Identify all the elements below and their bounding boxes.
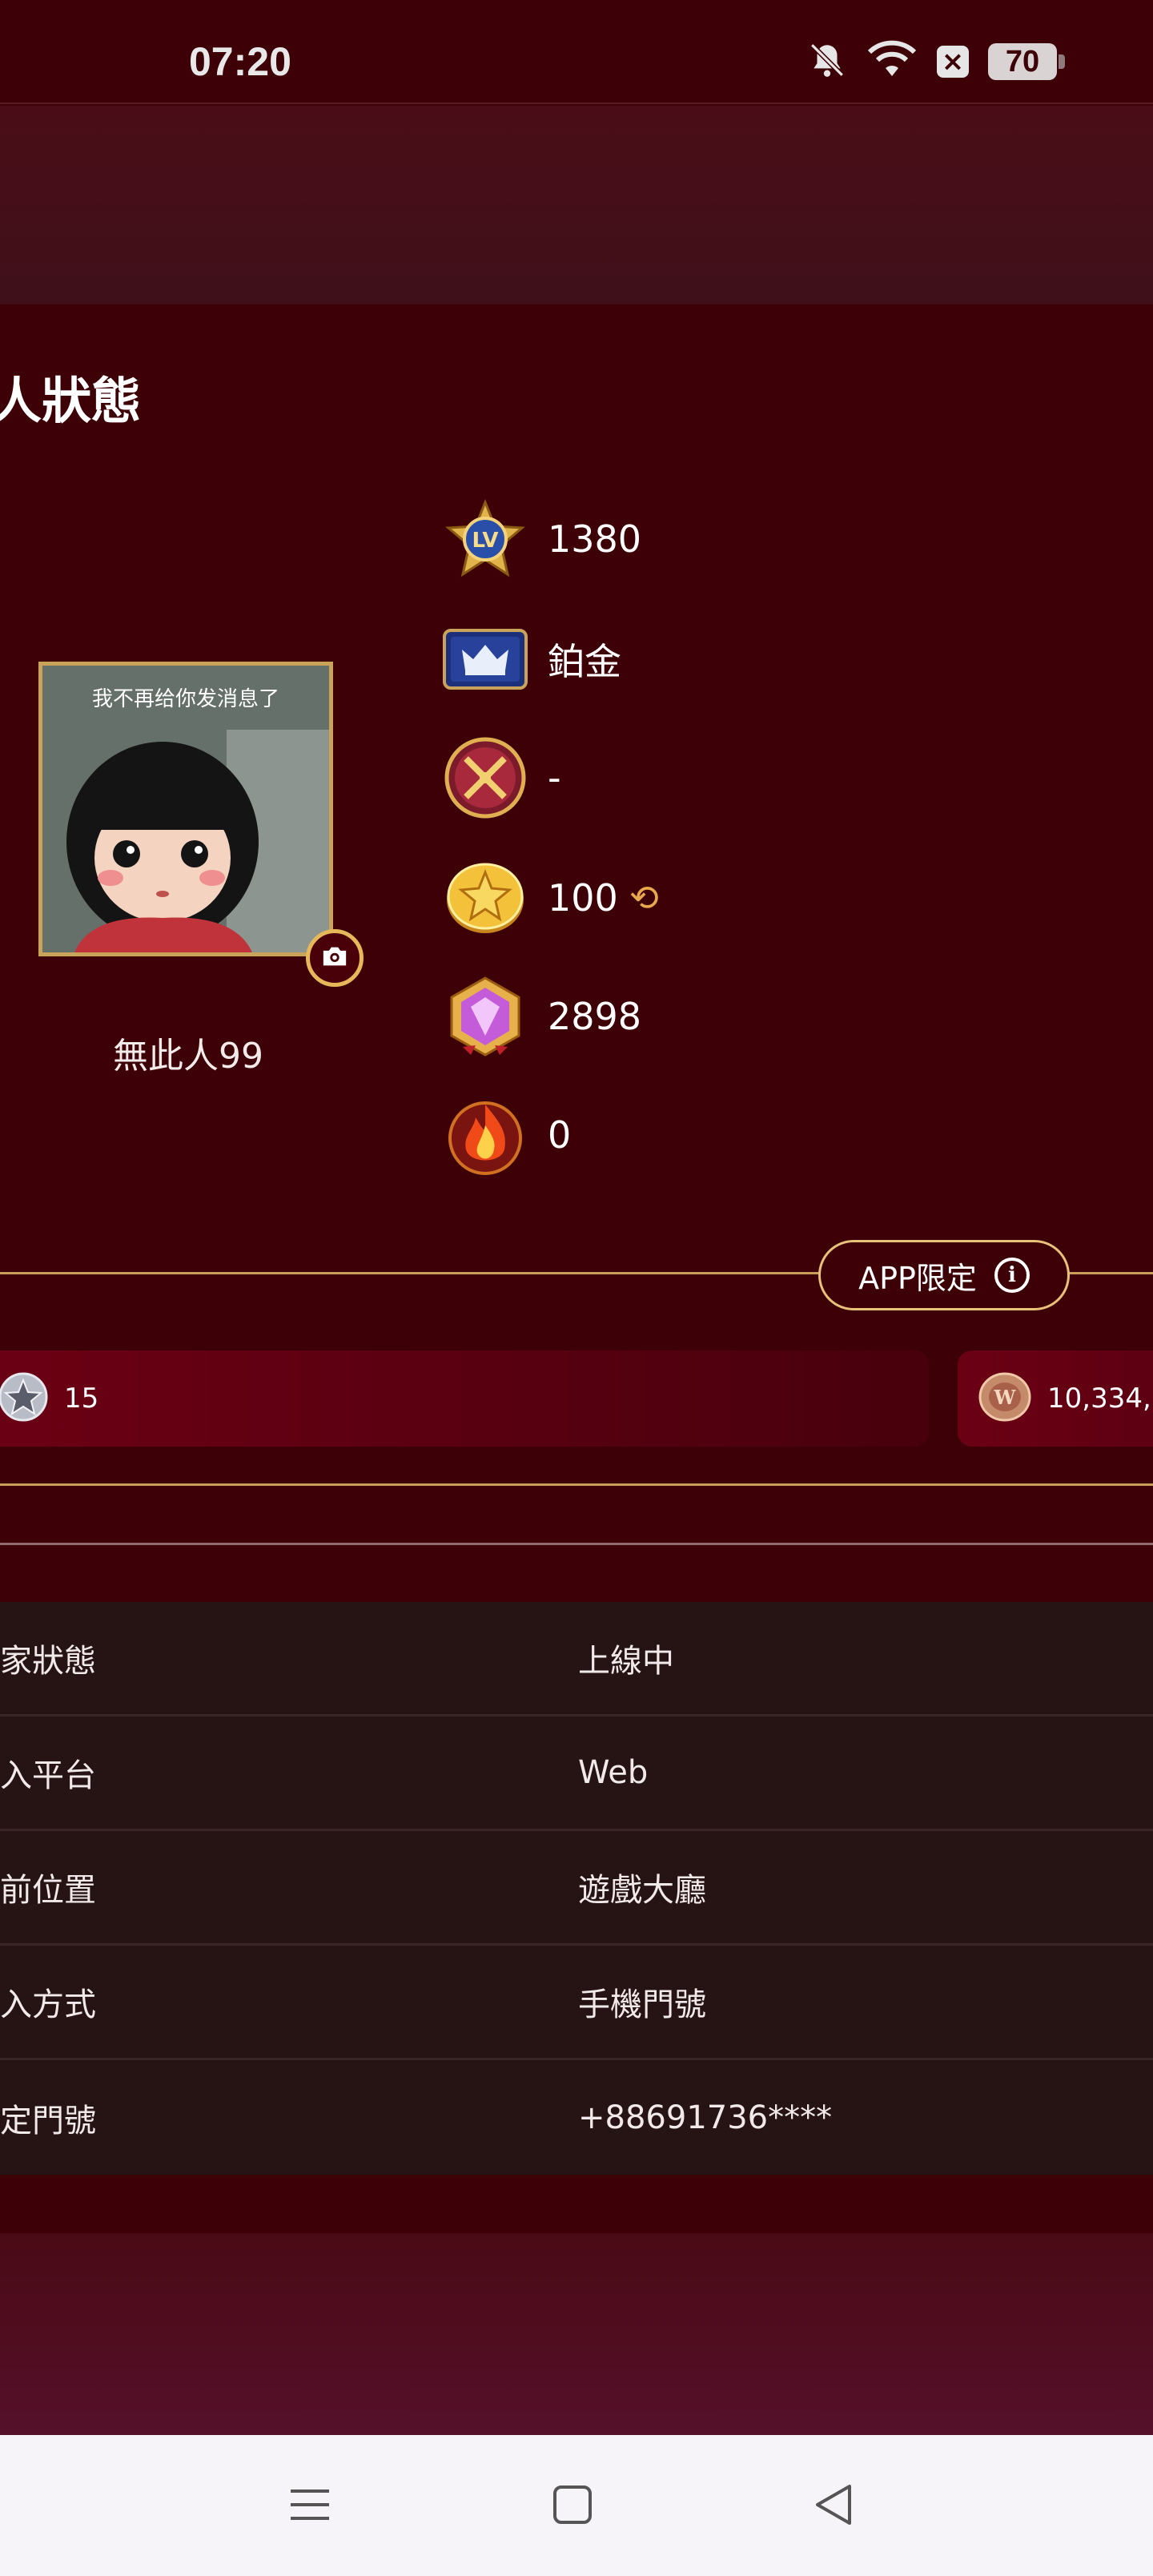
bronze-coin-bar: W 10,334,3 <box>958 1350 1153 1447</box>
app-only-button[interactable]: APP限定 i <box>818 1240 1070 1310</box>
coins-value-wrap: 100 ⟲ <box>548 876 659 920</box>
home-square-icon <box>552 2484 593 2529</box>
stat-level: LV 1380 <box>442 495 922 583</box>
row-value: 上線中 <box>578 1643 674 1680</box>
username: 無此人99 <box>113 1036 263 1077</box>
table-row: 目前位置 遊戲大廳 <box>0 1831 1153 1946</box>
status-time: 07:20 <box>189 39 291 84</box>
bell-off-icon <box>807 40 847 83</box>
table-row: 綁定門號 +88691736**** <box>0 2060 1153 2175</box>
table-row: 登入平台 Web <box>0 1717 1153 1831</box>
bronze-coin-value: 10,334,3 <box>1047 1383 1153 1415</box>
avatar[interactable]: 我不再给你发消息了 <box>38 662 333 956</box>
battle-value: - <box>548 756 561 799</box>
svg-text:W: W <box>994 1386 1017 1409</box>
app-only-label: APP限定 <box>858 1260 977 1296</box>
header-band <box>0 106 1153 304</box>
row-label: 目前位置 <box>0 1872 96 1909</box>
refresh-icon[interactable]: ⟲ <box>629 878 659 919</box>
svg-text:LV: LV <box>472 529 498 553</box>
silver-coin-value: 15 <box>64 1383 99 1415</box>
table-row: 玩家狀態 上線中 <box>0 1602 1153 1717</box>
table-divider <box>0 1543 1153 1545</box>
gems-value: 2898 <box>548 995 642 1038</box>
menu-nav-button[interactable] <box>282 2478 338 2534</box>
fire-value: 0 <box>548 1113 572 1157</box>
rank-value: 鉑金 <box>548 640 621 683</box>
home-nav-button[interactable] <box>544 2478 601 2534</box>
page-title: 人狀態 <box>0 372 142 430</box>
back-nav-button[interactable] <box>805 2478 862 2534</box>
crossed-swords-icon <box>442 735 528 821</box>
purple-gem-icon <box>442 973 528 1060</box>
change-avatar-button[interactable] <box>306 929 364 987</box>
menu-icon <box>287 2485 332 2528</box>
stat-battle: - <box>442 734 922 822</box>
player-info-table: 玩家狀態 上線中 登入平台 Web 目前位置 遊戲大廳 登入方式 手機門號 綁定… <box>0 1602 1153 2175</box>
row-label: 玩家狀態 <box>0 1643 96 1680</box>
gold-star-coin-icon <box>442 855 528 941</box>
silver-coin-bar: 15 <box>0 1350 929 1447</box>
system-nav-bar <box>0 2435 1153 2576</box>
fire-icon <box>442 1092 528 1178</box>
stat-coins: 100 ⟲ <box>442 854 922 942</box>
wifi-icon <box>866 40 918 83</box>
stat-rank: 鉑金 <box>442 615 922 703</box>
row-value: Web <box>578 1754 649 1791</box>
coin-divider <box>0 1483 1153 1486</box>
row-label: 綁定門號 <box>0 2102 96 2139</box>
stat-fire: 0 <box>442 1091 922 1179</box>
silver-coin-icon <box>0 1372 48 1425</box>
back-triangle-icon <box>813 2483 854 2530</box>
row-value: 手機門號 <box>578 1986 706 2023</box>
table-row: 登入方式 手機門號 <box>0 1946 1153 2060</box>
status-bar: 07:20 × 70 <box>0 0 1153 104</box>
row-label: 登入方式 <box>0 1986 96 2023</box>
stat-gems: 2898 <box>442 972 922 1061</box>
row-label: 登入平台 <box>0 1757 96 1794</box>
footer-band <box>0 2233 1153 2435</box>
coins-value: 100 <box>548 876 618 920</box>
bronze-coin-icon: W <box>978 1372 1031 1425</box>
info-icon: i <box>994 1258 1030 1293</box>
camera-icon <box>321 944 348 972</box>
row-value: 遊戲大廳 <box>578 1872 706 1909</box>
avatar-caption: 我不再给你发消息了 <box>92 687 279 711</box>
battery-icon: 70 <box>988 43 1065 80</box>
level-badge-icon: LV <box>442 496 528 582</box>
status-icons: × 70 <box>807 40 1065 83</box>
crown-rank-icon <box>442 616 528 702</box>
row-value: +88691736**** <box>578 2099 833 2136</box>
level-value: 1380 <box>548 517 642 561</box>
close-box-icon: × <box>937 46 969 78</box>
